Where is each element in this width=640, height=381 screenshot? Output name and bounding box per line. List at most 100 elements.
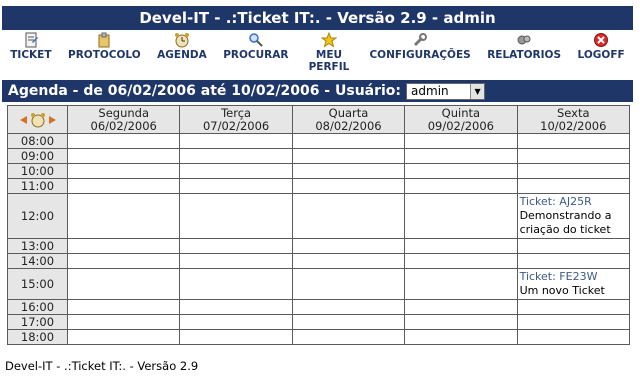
slot[interactable] <box>66 193 181 239</box>
user-select[interactable]: admin ▼ <box>406 82 486 100</box>
slot[interactable] <box>66 163 181 179</box>
hour-row: 08:00 <box>7 133 631 149</box>
menu-meu-perfil[interactable]: MEU PERFIL <box>305 32 353 73</box>
menu-agenda[interactable]: AGENDA <box>157 32 207 61</box>
slot[interactable] <box>291 253 406 269</box>
hour-row: 16:00 <box>7 299 631 315</box>
slot[interactable] <box>66 329 181 345</box>
ticket-id[interactable]: Ticket: FE23W <box>520 270 627 284</box>
slot[interactable] <box>291 329 406 345</box>
slot[interactable] <box>516 163 631 179</box>
hour-row: 13:00 <box>7 238 631 254</box>
slot[interactable] <box>291 133 406 149</box>
slot[interactable] <box>66 178 181 194</box>
hour-row: 15:00 Ticket: FE23W Um novo Ticket <box>7 268 631 300</box>
hour-row: 14:00 <box>7 253 631 269</box>
slot[interactable] <box>516 314 631 330</box>
slot[interactable] <box>404 329 518 345</box>
slot[interactable] <box>291 178 406 194</box>
agenda-table: Segunda 06/02/2006 Terça 07/02/2006 Quarta… <box>7 105 631 345</box>
slot[interactable] <box>66 314 181 330</box>
menu-logoff[interactable]: LOGOFF <box>578 32 625 61</box>
prev-week-icon[interactable] <box>19 115 28 125</box>
day-date: 07/02/2006 <box>202 118 270 133</box>
ticket-entry[interactable]: Ticket: AJ25R Demonstrando a criação do … <box>518 194 629 238</box>
hour-row: 10:00 <box>7 163 631 179</box>
week-nav-cell <box>7 105 68 134</box>
slot[interactable] <box>66 133 181 149</box>
menu-label: LOGOFF <box>577 49 625 61</box>
slot[interactable] <box>66 238 181 254</box>
slot[interactable] <box>516 253 631 269</box>
slot[interactable] <box>179 329 293 345</box>
slot[interactable] <box>516 299 631 315</box>
slot[interactable] <box>291 238 406 254</box>
slot[interactable] <box>404 148 518 164</box>
slot[interactable] <box>179 148 293 164</box>
slot[interactable] <box>66 148 181 164</box>
slot[interactable] <box>291 268 406 300</box>
slot[interactable] <box>516 133 631 149</box>
menu-ticket[interactable]: TICKET <box>10 32 52 61</box>
day-header-thu: Quinta 09/02/2006 <box>404 105 518 134</box>
menu-configuracoes[interactable]: CONFIGURAÇÕES <box>369 32 471 61</box>
slot[interactable] <box>404 178 518 194</box>
slot[interactable]: Ticket: FE23W Um novo Ticket <box>516 268 631 300</box>
day-name: Quarta <box>328 105 369 120</box>
slot[interactable]: Ticket: AJ25R Demonstrando a criação do … <box>516 193 631 239</box>
hour-label: 16:00 <box>7 299 68 315</box>
slot[interactable] <box>179 314 293 330</box>
slot[interactable] <box>404 299 518 315</box>
hour-row: 17:00 <box>7 314 631 330</box>
slot[interactable] <box>516 329 631 345</box>
slot[interactable] <box>404 253 518 269</box>
menu-relatorios[interactable]: RELATORIOS <box>487 32 561 61</box>
slot[interactable] <box>404 238 518 254</box>
slot[interactable] <box>66 299 181 315</box>
slot[interactable] <box>179 193 293 239</box>
slot[interactable] <box>291 148 406 164</box>
slot[interactable] <box>179 253 293 269</box>
menu-label: PROTOCOLO <box>68 49 141 61</box>
logoff-icon <box>594 33 609 47</box>
search-icon <box>249 33 263 47</box>
day-name: Quinta <box>441 105 481 120</box>
hour-label: 12:00 <box>7 193 68 239</box>
slot[interactable] <box>179 133 293 149</box>
day-name: Segunda <box>98 105 149 120</box>
slot[interactable] <box>291 314 406 330</box>
menu-procurar[interactable]: PROCURAR <box>223 32 288 61</box>
protocol-icon <box>98 32 110 48</box>
hour-label: 14:00 <box>7 253 68 269</box>
slot[interactable] <box>179 299 293 315</box>
slot[interactable] <box>404 314 518 330</box>
menu-protocolo[interactable]: PROTOCOLO <box>68 32 141 61</box>
calendar-icon[interactable] <box>30 112 46 128</box>
slot[interactable] <box>291 193 406 239</box>
slot[interactable] <box>404 193 518 239</box>
slot[interactable] <box>404 268 518 300</box>
slot[interactable] <box>179 238 293 254</box>
agenda-title: Agenda - de 06/02/2006 até 10/02/2006 - … <box>8 83 402 99</box>
slot[interactable] <box>66 268 181 300</box>
slot[interactable] <box>179 178 293 194</box>
slot[interactable] <box>516 238 631 254</box>
slot[interactable] <box>404 163 518 179</box>
slot[interactable] <box>516 178 631 194</box>
slot[interactable] <box>179 268 293 300</box>
ticket-entry[interactable]: Ticket: FE23W Um novo Ticket <box>518 269 629 299</box>
hour-row: 12:00 Ticket: AJ25R Demonstrando a criaç… <box>7 193 631 239</box>
slot[interactable] <box>66 253 181 269</box>
chevron-down-icon: ▼ <box>470 83 485 99</box>
menu-label: PROCURAR <box>223 49 289 61</box>
slot[interactable] <box>404 133 518 149</box>
slot[interactable] <box>291 299 406 315</box>
slot[interactable] <box>179 163 293 179</box>
slot[interactable] <box>291 163 406 179</box>
ticket-id[interactable]: Ticket: AJ25R <box>520 195 627 209</box>
footer-text: Devel-IT - .:Ticket IT:. - Versão 2.9 <box>5 359 199 373</box>
menu-label: CONFIGURAÇÕES <box>369 49 471 61</box>
hour-label: 15:00 <box>7 268 68 300</box>
next-week-icon[interactable] <box>48 115 57 125</box>
slot[interactable] <box>516 148 631 164</box>
